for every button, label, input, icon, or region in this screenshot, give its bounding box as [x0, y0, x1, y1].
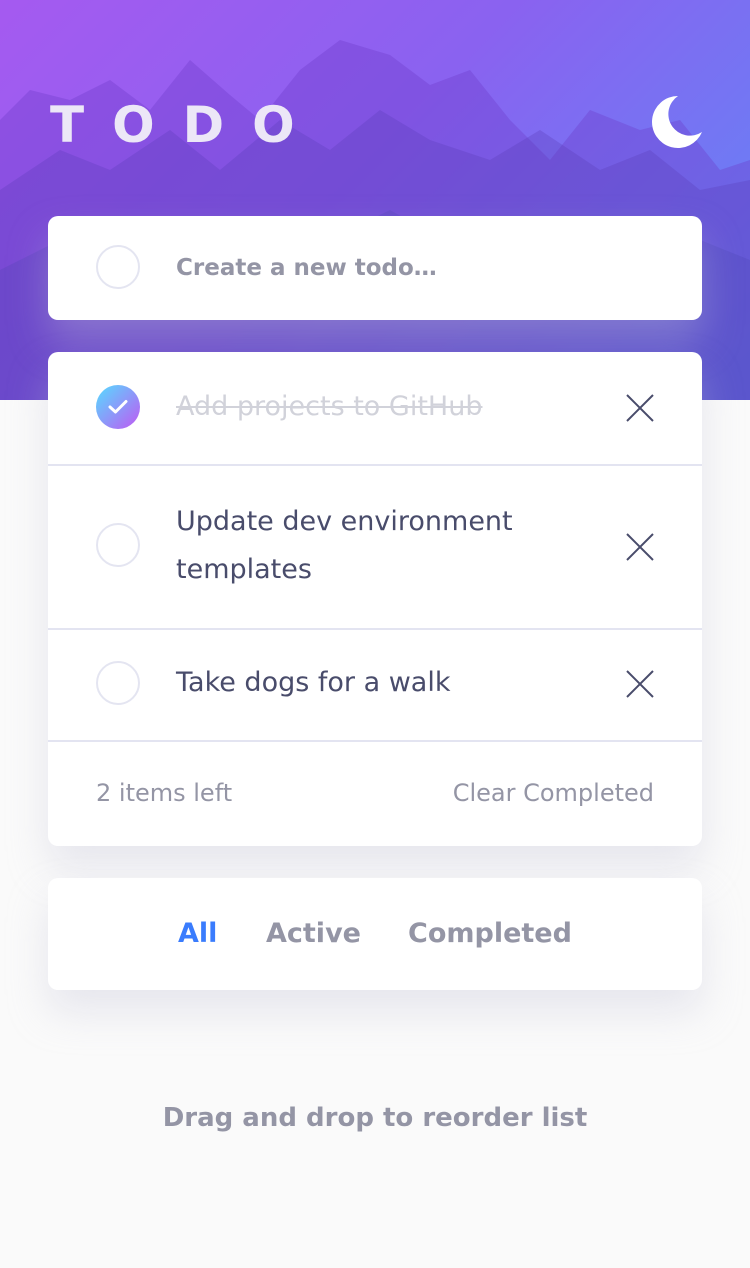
todo-checkbox[interactable] — [96, 523, 140, 567]
header-background — [0, 0, 750, 400]
todo-text: Take dogs for a walk — [176, 667, 451, 698]
new-todo-checkbox[interactable] — [96, 245, 140, 289]
close-icon — [626, 533, 654, 561]
filter-bar: All Active Completed — [48, 878, 702, 990]
filter-completed[interactable]: Completed — [408, 914, 572, 954]
items-left-count: 2 items left — [96, 779, 233, 807]
todo-text: Add projects to GitHub — [176, 391, 483, 422]
filter-all[interactable]: All — [178, 914, 217, 954]
drag-drop-hint: Drag and drop to reorder list — [162, 1103, 588, 1133]
todo-item[interactable]: Update dev environment templates — [48, 466, 702, 630]
delete-todo-button[interactable] — [625, 393, 655, 423]
mountains-image — [0, 40, 750, 400]
close-icon — [626, 394, 654, 422]
delete-todo-button[interactable] — [625, 669, 655, 699]
todo-checkbox[interactable] — [96, 661, 140, 705]
filter-active[interactable]: Active — [266, 914, 361, 954]
todo-item[interactable]: Add projects to GitHub — [48, 352, 702, 466]
delete-todo-button[interactable] — [625, 532, 655, 562]
new-todo-card — [48, 216, 702, 320]
todo-item[interactable]: Take dogs for a walk — [48, 628, 702, 742]
check-icon — [108, 400, 128, 414]
todo-text: Update dev environment templates — [176, 506, 513, 585]
close-icon — [626, 670, 654, 698]
new-todo-input[interactable] — [176, 246, 656, 290]
todo-checkbox-checked[interactable] — [96, 385, 140, 429]
theme-toggle-button[interactable] — [648, 94, 704, 150]
todo-list: Add projects to GitHub Update dev enviro… — [48, 352, 702, 846]
app-title: TODO — [50, 96, 323, 154]
moon-icon — [652, 96, 702, 148]
clear-completed-button[interactable]: Clear Completed — [453, 777, 654, 809]
